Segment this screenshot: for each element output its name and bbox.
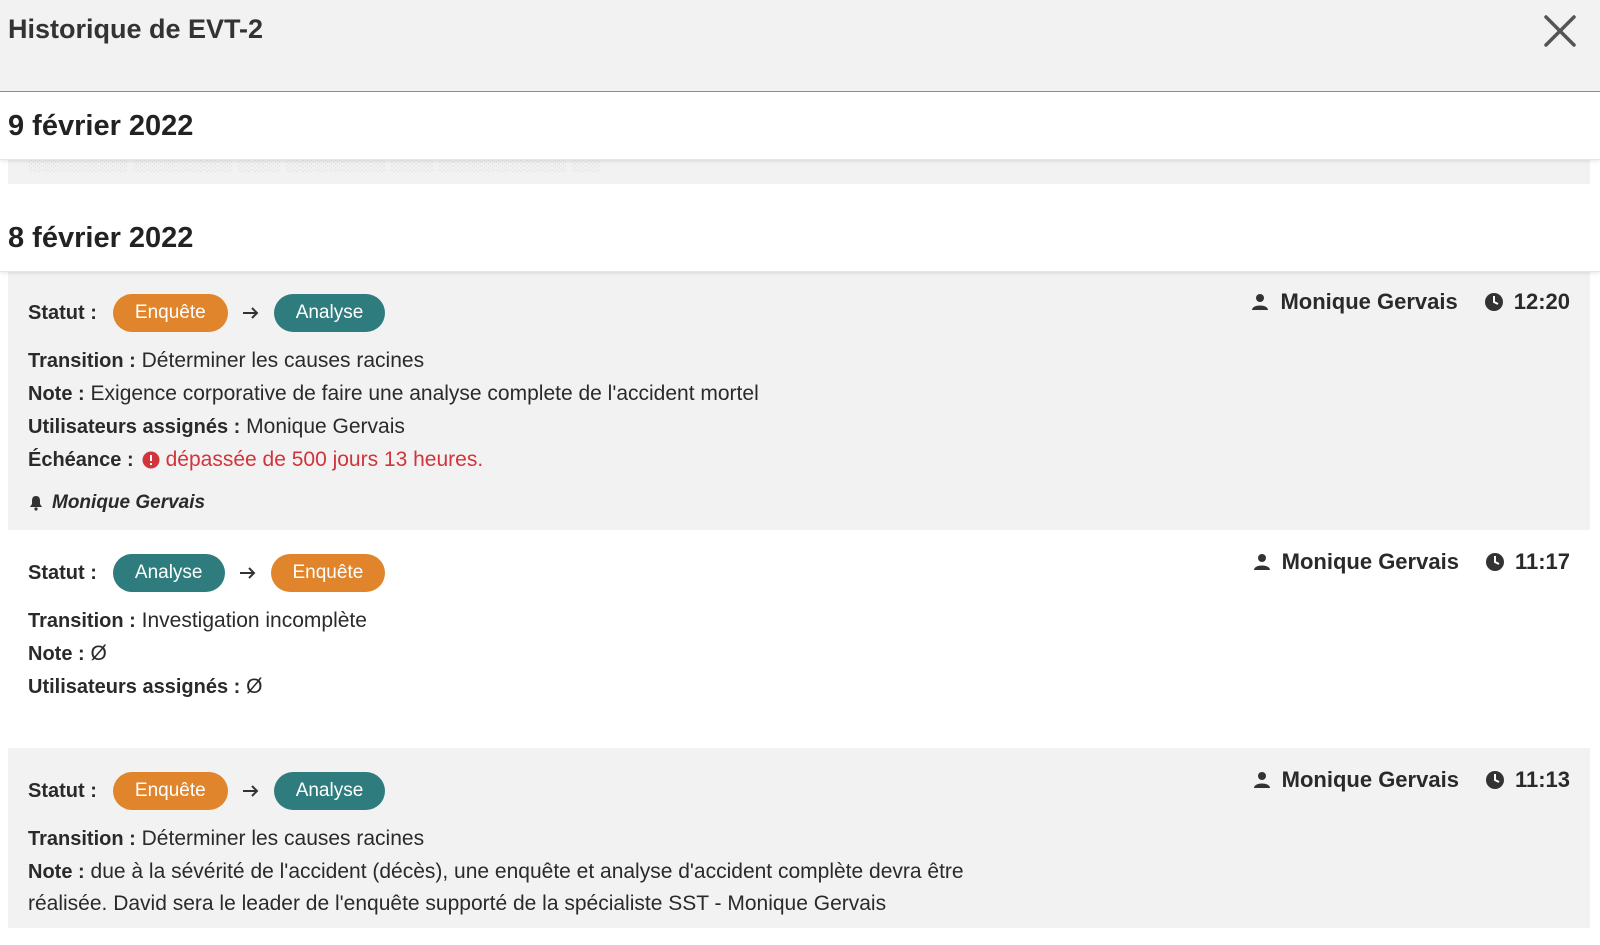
transition-line: Transition : Investigation incomplète <box>28 609 367 633</box>
to-status-badge: Analyse <box>273 772 386 810</box>
clock-icon <box>1485 553 1504 571</box>
arrow-right-icon <box>242 307 259 319</box>
note-value: Exigence corporative de faire une analys… <box>90 382 759 405</box>
clock-icon <box>1485 771 1504 789</box>
history-entry: Statut : Enquête Analyse Monique Gervais… <box>8 272 1590 530</box>
history-scroll-area[interactable]: 9 février 2022 ░░░░░░░ ░░░░░░░ ░░░ ░░░░░… <box>0 92 1600 928</box>
assigned-line: Utilisateurs assignés : Ø <box>28 675 263 699</box>
notified-user-name: Monique Gervais <box>52 492 206 513</box>
deadline-line: Échéance : dépassée de 500 jours 13 heur… <box>28 448 483 472</box>
entry-time: 12:20 <box>1513 289 1570 314</box>
clock-icon <box>1484 293 1503 311</box>
assigned-value: Monique Gervais <box>246 415 405 438</box>
status-row: Statut : Enquête Analyse <box>28 294 386 332</box>
entry-user: Monique Gervais <box>1280 289 1458 314</box>
transition-label: Transition : <box>28 350 136 372</box>
entry-user: Monique Gervais <box>1281 767 1459 792</box>
note-label: Note : <box>28 383 85 405</box>
to-status-badge: Enquête <box>270 554 386 592</box>
transition-line: Transition : Déterminer les causes racin… <box>28 349 424 373</box>
status-label: Statut : <box>28 301 97 324</box>
note-value-continued: réalisée. David sera le leader de l'enqu… <box>28 892 887 915</box>
history-entry: Statut : Analyse Enquête Monique Gervais… <box>8 530 1590 748</box>
entry-meta: Monique Gervais 11:13 <box>1252 767 1570 793</box>
status-label: Statut : <box>28 561 97 584</box>
transition-line: Transition : Déterminer les causes racin… <box>28 827 424 851</box>
user-icon <box>1253 772 1270 788</box>
history-entry: Statut : Enquête Analyse Monique Gervais… <box>8 748 1590 928</box>
note-continuation: réalisée. David sera le leader de l'enqu… <box>28 892 886 916</box>
assigned-line: Utilisateurs assignés : Monique Gervais <box>28 415 405 439</box>
from-status-badge: Enquête <box>112 772 228 810</box>
status-row: Statut : Enquête Analyse <box>28 772 386 810</box>
date-group-header: 8 février 2022 <box>0 204 1600 272</box>
entry-meta: Monique Gervais 11:17 <box>1252 549 1570 575</box>
truncated-entry-text: ░░░░░░░ ░░░░░░░ ░░░ ░░░░░░░ ░░░ ░░░░░░░░… <box>28 158 600 172</box>
bell-icon <box>30 496 42 511</box>
transition-label: Transition : <box>28 828 136 850</box>
entry-time: 11:17 <box>1514 549 1570 574</box>
from-status-badge: Analyse <box>112 554 225 592</box>
note-label: Note : <box>28 861 85 883</box>
from-status-badge: Enquête <box>112 294 228 332</box>
note-line: Note : due à la sévérité de l'accident (… <box>28 860 964 884</box>
status-label: Statut : <box>28 779 97 802</box>
notified-user: Monique Gervais <box>28 492 205 514</box>
note-value: Ø <box>90 642 107 665</box>
transition-value: Investigation incomplète <box>141 609 367 632</box>
close-button[interactable] <box>1537 8 1583 54</box>
truncated-entry: ░░░░░░░ ░░░░░░░ ░░░ ░░░░░░░ ░░░ ░░░░░░░░… <box>8 158 1590 184</box>
date-group-header: 9 février 2022 <box>0 92 1600 160</box>
note-value: due à la sévérité de l'accident (décès),… <box>90 860 964 883</box>
deadline-value: dépassée de 500 jours 13 heures. <box>165 448 484 471</box>
date-group-label: 8 février 2022 <box>8 222 194 254</box>
entry-user: Monique Gervais <box>1281 549 1459 574</box>
user-icon <box>1252 294 1269 310</box>
alert-icon <box>142 451 160 469</box>
transition-value: Déterminer les causes racines <box>141 349 425 372</box>
to-status-badge: Analyse <box>273 294 386 332</box>
entry-meta: Monique Gervais 12:20 <box>1250 289 1570 315</box>
arrow-right-icon <box>239 567 255 579</box>
arrow-right-icon <box>242 785 259 797</box>
assigned-label: Utilisateurs assignés : <box>28 416 241 438</box>
modal-header: Historique de EVT-2 <box>0 0 1600 92</box>
status-row: Statut : Analyse Enquête <box>28 554 386 592</box>
entry-time: 11:13 <box>1514 767 1570 792</box>
assigned-value: Ø <box>246 675 263 698</box>
note-line: Note : Ø <box>28 642 107 666</box>
transition-label: Transition : <box>28 610 136 632</box>
assigned-label: Utilisateurs assignés : <box>28 676 241 698</box>
deadline-label: Échéance : <box>28 448 134 471</box>
user-icon <box>1253 554 1270 570</box>
date-group-label: 9 février 2022 <box>8 110 194 142</box>
transition-value: Déterminer les causes racines <box>141 827 425 850</box>
modal-title: Historique de EVT-2 <box>8 14 264 44</box>
note-line: Note : Exigence corporative de faire une… <box>28 382 759 406</box>
note-label: Note : <box>28 643 85 665</box>
close-icon <box>1544 15 1576 47</box>
